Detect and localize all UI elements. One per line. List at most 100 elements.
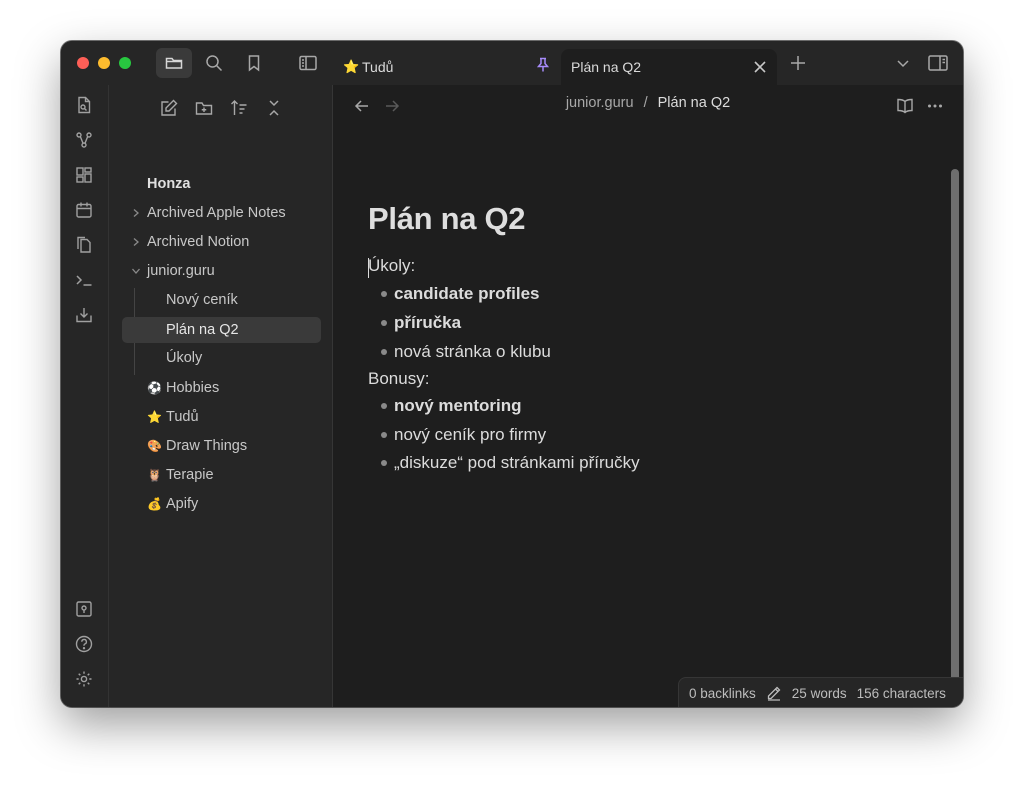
breadcrumb-separator: / [643,95,648,111]
pencil-icon [767,686,781,701]
new-tab-button[interactable] [789,54,807,72]
help-icon [75,635,93,653]
open-quick-switcher-button[interactable] [73,94,95,116]
settings-button[interactable] [73,668,95,690]
breadcrumb-current[interactable]: Plán na Q2 [658,95,731,111]
file-search-icon [78,96,91,114]
section-heading-bonusy[interactable]: Bonusy: [368,369,429,389]
toggle-right-sidebar-button[interactable] [927,53,949,73]
open-canvas-button[interactable] [73,164,95,186]
list-item[interactable]: nový mentoring [381,396,522,416]
star-icon: ⭐ [147,410,162,424]
list-item-text: nový mentoring [394,396,522,415]
section-heading-ukoly[interactable]: Úkoly: [368,256,415,276]
minimize-window-button[interactable] [98,57,110,69]
note-title[interactable]: Plán na Q2 [368,201,526,237]
editor-pane: junior.guru / Plán na Q2 Plán na Q2 Úkol… [333,85,963,707]
search-button[interactable] [196,48,232,78]
list-item[interactable]: příručka [381,313,461,333]
list-item[interactable]: „diskuze“ pod stránkami příručky [381,453,640,473]
chevron-down-icon [132,268,140,274]
chevron-right-icon [133,238,139,246]
tree-item-label: Archived Apple Notes [147,205,286,221]
vault-name[interactable]: Honza [147,171,191,197]
chevrons-collapse-icon [269,100,279,116]
list-item[interactable]: candidate profiles [381,284,539,304]
list-item[interactable]: nový ceník pro firmy [381,425,546,445]
tab-label: Plán na Q2 [571,59,642,75]
character-count: 156 characters [856,685,946,701]
list-item-text: „diskuze“ pod stránkami příručky [394,453,640,472]
help-button[interactable] [73,633,95,655]
bullet-dot [381,460,387,466]
list-item-text: candidate profiles [394,284,540,303]
breadcrumb-folder[interactable]: junior.guru [566,95,634,111]
list-item[interactable]: nová stránka o klubu [381,342,551,362]
download-icon [76,308,92,323]
sidebar-right-icon [928,55,948,71]
search-icon [206,55,223,72]
open-graph-view-button[interactable] [73,129,95,151]
more-horizontal-icon [928,104,942,108]
reading-view-button[interactable] [894,95,916,117]
insert-template-button[interactable] [73,234,95,256]
tab-label: Tudů [362,59,394,75]
tree-item-label: Archived Notion [147,234,250,250]
collapse-all-button[interactable] [262,97,286,119]
tab-list-button[interactable] [895,55,911,71]
file-explorer-button[interactable] [156,48,192,78]
soccer-ball-icon: ⚽ [147,381,162,395]
tab-plan-na-q2[interactable]: Plán na Q2 [561,49,777,85]
backlinks-count[interactable]: 0 backlinks [689,686,756,701]
app-window: ⭐ Tudů Plán na Q2 Honza Archived Apple N… [61,41,963,707]
editing-mode-button[interactable] [766,685,782,701]
file-explorer-sidebar: Honza Archived Apple Notes Archived Noti… [109,85,333,707]
toggle-left-sidebar-button[interactable] [290,48,326,78]
palette-icon: 🎨 [147,439,162,453]
more-options-button[interactable] [924,95,946,117]
tree-item-tudu[interactable]: ⭐ Tudů [147,404,199,430]
zoom-window-button[interactable] [119,57,131,69]
scrollbar[interactable] [951,169,959,693]
sort-icon [231,100,247,115]
money-bag-icon: 💰 [147,497,162,511]
folder-icon [165,57,183,69]
close-tab-button[interactable] [753,60,767,74]
bullet-dot [381,349,387,355]
tree-item-terapie[interactable]: 🦉 Terapie [147,462,214,488]
tree-item-apify[interactable]: 💰 Apify [147,491,198,517]
tree-folder-archived-apple-notes[interactable]: Archived Apple Notes [121,200,321,226]
list-item-text: příručka [394,313,462,332]
open-daily-note-button[interactable] [73,199,95,221]
tree-file-novy-cenik[interactable]: Nový ceník [166,287,238,313]
tree-item-draw-things[interactable]: 🎨 Draw Things [147,433,247,459]
pin-button[interactable] [534,56,552,74]
tab-tudu[interactable]: ⭐ Tudů [343,49,533,85]
folder-plus-icon [195,102,213,115]
status-bar: 0 backlinks 25 words 156 characters [678,677,963,707]
change-sort-order-button[interactable] [227,97,251,119]
list-item-text: nová stránka o klubu [394,342,551,361]
chevron-right-icon [133,209,139,217]
bullet-dot [381,291,387,297]
graph-icon [76,132,92,148]
tree-item-label: Draw Things [166,438,248,454]
close-window-button[interactable] [77,57,89,69]
open-command-palette-button[interactable] [73,269,95,291]
tree-item-hobbies[interactable]: ⚽ Hobbies [147,375,219,401]
open-vault-button[interactable] [73,598,95,620]
tree-folder-junior-guru[interactable]: junior.guru [121,258,321,284]
gear-icon [76,671,92,687]
import-button[interactable] [73,304,95,326]
tree-folder-archived-notion[interactable]: Archived Notion [121,229,321,255]
chevron-down-icon [897,60,909,68]
ribbon [61,85,109,707]
owl-icon: 🦉 [147,468,162,482]
tree-file-ukoly[interactable]: Úkoly [166,345,202,371]
new-folder-button[interactable] [192,97,216,119]
new-note-button[interactable] [157,97,181,119]
bookmarks-button[interactable] [236,48,272,78]
tree-file-plan-na-q2[interactable]: Plán na Q2 [122,317,321,343]
bullet-dot [381,432,387,438]
layout-dashboard-icon [76,167,92,183]
